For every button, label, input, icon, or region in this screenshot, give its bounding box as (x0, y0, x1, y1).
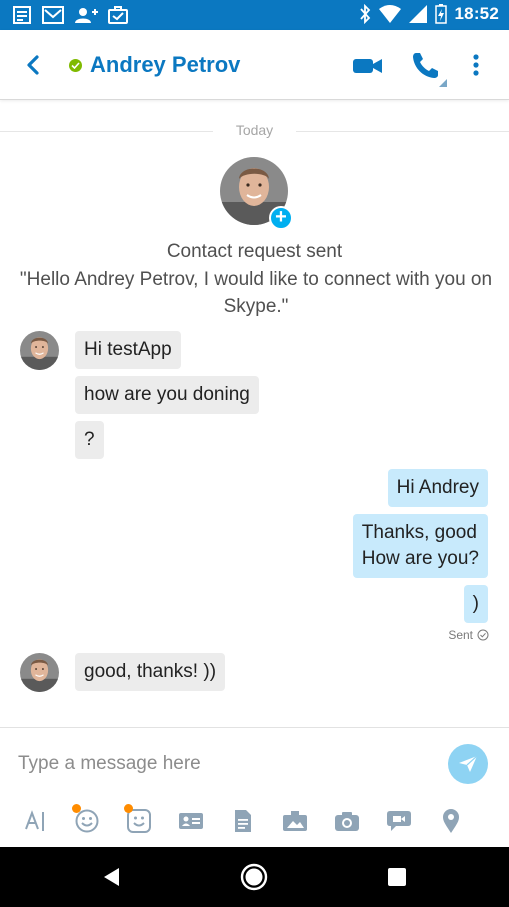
message-list[interactable]: Today + Contact request sent "Hello Andr… (0, 100, 509, 727)
video-camera-icon (353, 59, 382, 73)
battery-charging-icon (434, 4, 447, 24)
recents-icon (388, 868, 406, 886)
video-message-button[interactable] (384, 806, 414, 836)
nav-back-button[interactable] (100, 865, 124, 889)
contact-request-title: Contact request sent (166, 241, 343, 262)
bluetooth-icon (359, 4, 370, 24)
incoming-message-bubble[interactable]: good, thanks! )) (75, 653, 226, 691)
location-icon (443, 809, 459, 833)
system-navigation-bar (0, 847, 509, 907)
media-bar-icon (283, 811, 307, 831)
compose-toolbar (0, 804, 509, 840)
send-button[interactable] (448, 744, 488, 784)
sender-avatar[interactable] (20, 331, 59, 370)
signal-icon (408, 5, 427, 23)
notes-icon (13, 6, 31, 24)
sent-label: Sent (448, 628, 473, 642)
contact-card-icon (179, 813, 203, 829)
gmail-icon (42, 6, 64, 24)
briefcase-icon (108, 6, 128, 24)
presence-online-icon (69, 59, 82, 72)
video-message-icon (387, 811, 411, 831)
person-photo (20, 653, 59, 692)
file-button[interactable] (228, 806, 258, 836)
sender-avatar[interactable] (20, 653, 59, 692)
status-bar: 18:52 (0, 0, 509, 30)
compose-area (0, 727, 509, 847)
more-vertical-icon (473, 54, 479, 76)
outgoing-message-bubble[interactable]: Thanks, good How are you? (352, 514, 488, 578)
audio-call-button[interactable] (410, 50, 450, 88)
camera-icon (335, 812, 359, 831)
chevron-left-icon (27, 55, 39, 75)
message-delivery-status: Sent (448, 628, 489, 642)
chat-header: Andrey Petrov (0, 30, 509, 100)
status-time: 18:52 (454, 4, 499, 23)
sent-check-icon (477, 629, 489, 641)
nav-home-button[interactable] (240, 863, 268, 891)
notification-dot (124, 804, 133, 813)
send-icon (459, 755, 478, 772)
contact-card-button[interactable] (176, 806, 206, 836)
location-button[interactable] (436, 806, 466, 836)
file-icon (235, 810, 251, 832)
message-input[interactable] (18, 748, 428, 780)
incoming-message-bubble[interactable]: ? (75, 421, 104, 459)
back-button[interactable] (18, 50, 48, 80)
contact-request-message: "Hello Andrey Petrov, I would like to co… (19, 269, 493, 317)
contact-name[interactable]: Andrey Petrov (90, 52, 240, 78)
outgoing-message-bubble[interactable]: Hi Andrey (387, 469, 488, 507)
outgoing-message-bubble[interactable]: ) (463, 585, 488, 623)
add-contact-icon[interactable]: + (269, 206, 293, 230)
wifi-icon (378, 5, 401, 23)
nav-recents-button[interactable] (386, 866, 408, 888)
person-photo (20, 331, 59, 370)
moji-button[interactable] (124, 804, 154, 836)
text-format-icon (25, 810, 44, 831)
emoticon-button[interactable] (72, 804, 102, 836)
phone-icon (413, 53, 447, 87)
video-call-button[interactable] (352, 54, 384, 78)
date-label: Today (235, 122, 274, 138)
notification-dot (72, 804, 81, 813)
date-separator: Today (0, 122, 509, 138)
back-icon (104, 868, 119, 886)
camera-button[interactable] (332, 806, 362, 836)
add-person-icon (75, 8, 98, 23)
text-format-button[interactable] (20, 806, 50, 836)
incoming-message-bubble[interactable]: Hi testApp (75, 331, 181, 369)
skype-chat-screen: 18:52 Andrey Petrov Today + Contact requ… (0, 0, 509, 907)
media-bar-button[interactable] (280, 806, 310, 836)
incoming-message-bubble[interactable]: how are you doning (75, 376, 259, 414)
home-icon (240, 863, 268, 891)
more-options-button[interactable] (468, 52, 484, 80)
